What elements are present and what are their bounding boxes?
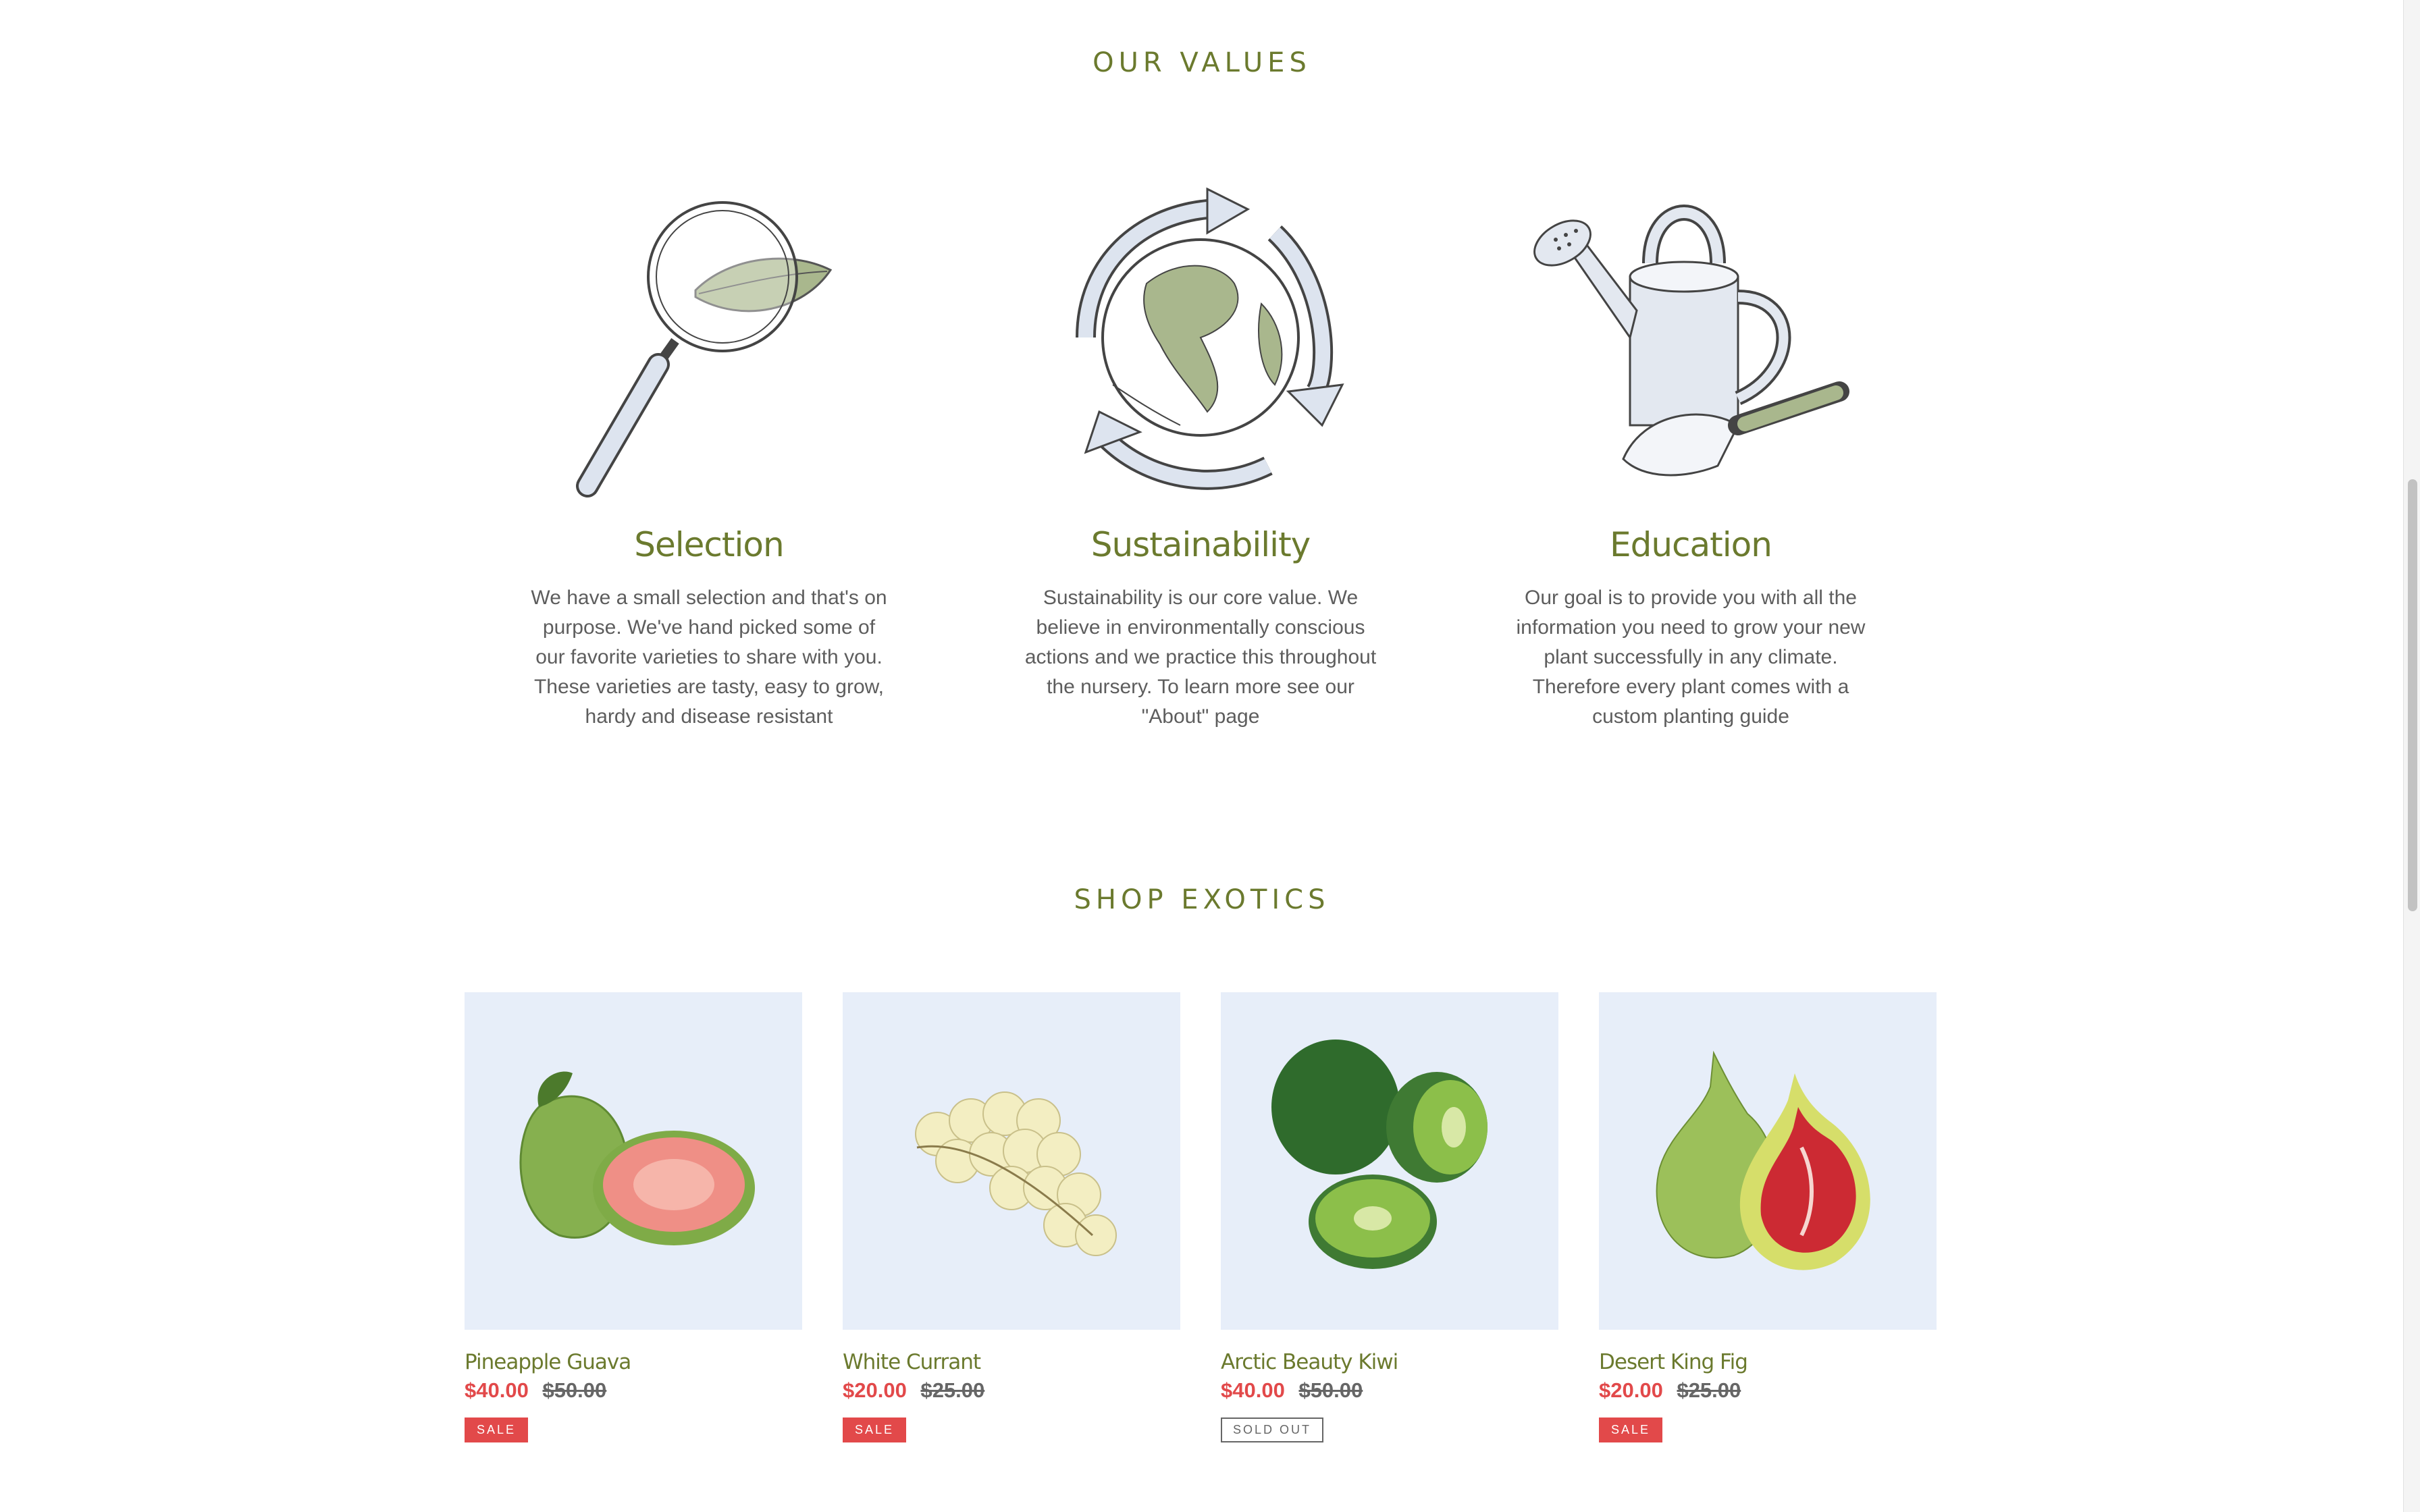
sale-badge: SALE: [843, 1418, 907, 1442]
recycling-globe-icon: [1011, 162, 1390, 513]
product-title[interactable]: White Currant: [843, 1350, 1180, 1374]
kiwi-image[interactable]: [1221, 992, 1558, 1330]
guava-image[interactable]: [465, 992, 802, 1330]
shop-exotics-title: SHOP EXOTICS: [1074, 884, 1330, 915]
value-text: We have a small selection and that's on …: [531, 587, 887, 728]
value-heading: Sustainability: [1090, 525, 1311, 564]
sale-price: $20.00: [1599, 1378, 1663, 1402]
sold-out-badge: SOLD OUT: [1221, 1418, 1324, 1442]
product-card[interactable]: Desert King Fig $20.00 $25.00 SALE: [1599, 992, 1937, 1442]
value-sustainability: Sustainability Sustainability is our cor…: [1011, 162, 1390, 732]
sale-badge: SALE: [465, 1418, 529, 1442]
product-title[interactable]: Desert King Fig: [1599, 1350, 1937, 1374]
product-card[interactable]: White Currant $20.00 $25.00 SALE: [843, 992, 1180, 1442]
page-scrollbar[interactable]: [2403, 0, 2420, 1512]
product-card[interactable]: Arctic Beauty Kiwi $40.00 $50.00 SOLD OU…: [1221, 992, 1558, 1442]
watering-can-trowel-icon: [1502, 162, 1880, 513]
value-selection: Selection We have a small selection and …: [520, 162, 898, 732]
scrollbar-thumb[interactable]: [2408, 479, 2417, 911]
price-row: $40.00 $50.00: [1221, 1378, 1558, 1403]
sale-price: $20.00: [843, 1378, 907, 1402]
our-values-title: OUR VALUES: [1093, 47, 1311, 78]
regular-price: $50.00: [542, 1378, 607, 1402]
value-heading: Selection: [634, 525, 784, 564]
value-text: Sustainability is our core value. We bel…: [1024, 587, 1377, 728]
price-row: $20.00 $25.00: [843, 1378, 1180, 1403]
value-text: Our goal is to provide you with all the …: [1516, 587, 1866, 728]
regular-price: $25.00: [1677, 1378, 1741, 1402]
product-title[interactable]: Pineapple Guava: [465, 1350, 802, 1374]
regular-price: $50.00: [1298, 1378, 1363, 1402]
magnifying-glass-leaf-icon: [520, 162, 898, 513]
price-row: $40.00 $50.00: [465, 1378, 802, 1403]
white-currant-image[interactable]: [843, 992, 1180, 1330]
value-heading: Education: [1610, 525, 1772, 564]
page: OUR VALUES Selection We have a small sel…: [0, 0, 2404, 1512]
sale-badge: SALE: [1599, 1418, 1663, 1442]
fig-image[interactable]: [1599, 992, 1937, 1330]
price-row: $20.00 $25.00: [1599, 1378, 1937, 1403]
value-education: Education Our goal is to provide you wit…: [1502, 162, 1880, 732]
product-card[interactable]: Pineapple Guava $40.00 $50.00 SALE: [465, 992, 802, 1442]
sale-price: $40.00: [1221, 1378, 1285, 1402]
sale-price: $40.00: [465, 1378, 529, 1402]
product-title[interactable]: Arctic Beauty Kiwi: [1221, 1350, 1558, 1374]
regular-price: $25.00: [920, 1378, 985, 1402]
